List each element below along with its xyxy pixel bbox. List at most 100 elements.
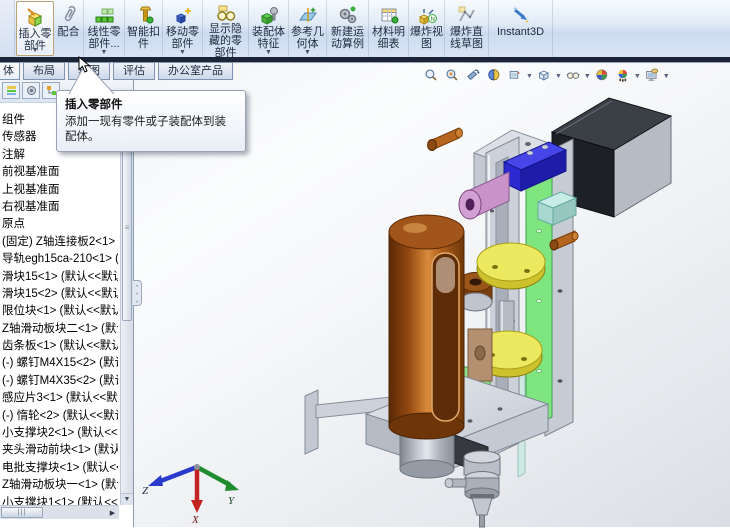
tree-item[interactable]: Z轴滑动板块二<1> (默认 [2, 321, 118, 338]
reference-geometry-icon [298, 3, 318, 26]
previous-view-icon [466, 68, 483, 85]
tree-vscroll-down-arrow[interactable]: ▼ [121, 493, 133, 505]
ribbon-button-label: 爆炸直线草图 [450, 26, 483, 50]
hud-button-edit-appearance[interactable] [595, 68, 612, 85]
tree-item[interactable]: (-) 惰轮<2> (默认<<默认 [2, 408, 118, 425]
dropdown-arrow-icon[interactable]: ▼ [555, 73, 562, 80]
dropdown-arrow-icon[interactable]: ▼ [101, 49, 108, 57]
triad-z-label: Z [142, 485, 149, 497]
dropdown-arrow-icon[interactable]: ▼ [663, 73, 670, 80]
tree-item[interactable]: 小支撑块2<1> (默认<<默 [2, 425, 118, 442]
tab-assembly-partial[interactable]: 体 [0, 62, 20, 80]
exploded-view-icon: N [417, 3, 437, 26]
hide-show-items-icon [566, 68, 583, 85]
dropdown-arrow-icon[interactable]: ▼ [265, 49, 272, 57]
tree-horizontal-scrollbar[interactable]: ||| ▶ [0, 505, 119, 519]
panel-splitter-handle[interactable]: • • • [133, 280, 142, 306]
tab-2[interactable]: 评估 [113, 62, 155, 80]
tree-item[interactable]: 滑块15<1> (默认<<默认 [2, 269, 118, 286]
tree-vertical-scrollbar[interactable]: ≡ ▼ [120, 112, 133, 505]
ribbon-button-label: 新建运动算例 [331, 26, 364, 50]
command-manager-tabs: 体布局草图评估办公室产品 [0, 62, 236, 80]
tan-block [467, 328, 493, 382]
ribbon-button-label: Instant3D [496, 26, 545, 38]
insert-component-tooltip: 插入零部件 添加一现有零件或子装配体到装配体。 [56, 90, 246, 152]
mouse-cursor [78, 56, 91, 73]
ribbon-button-explode-line-sketch[interactable]: 爆炸直线草图 [445, 0, 489, 57]
hud-button-hide-show-items[interactable]: ▼ [566, 68, 591, 85]
hud-button-zoom-to-area[interactable] [445, 68, 462, 85]
dropdown-arrow-icon[interactable]: ▼ [304, 49, 311, 57]
electric-driver-cylinder [388, 214, 465, 479]
ribbon-button-reference-geometry[interactable]: 参考几何体 ▼ [289, 0, 327, 57]
ribbon-button-move-component[interactable]: 移动零部件 ▼ [163, 0, 203, 57]
dropdown-arrow-icon[interactable]: ▼ [584, 73, 591, 80]
tree-hscroll-thumb[interactable]: ||| [1, 507, 43, 518]
hud-button-previous-view[interactable] [466, 68, 483, 85]
section-view-icon [487, 68, 504, 85]
command-manager: 插入零部件 ▼ 配合 线性零部件... ▼ 智能扣件 移动零部件 ▼ 显示隐藏的零部件 装配体特征… [0, 0, 730, 59]
hud-button-apply-scene[interactable]: ▼ [616, 68, 641, 85]
dropdown-arrow-icon[interactable]: ▼ [179, 49, 186, 57]
property-manager-tab-icon[interactable] [22, 82, 40, 99]
tree-item[interactable]: 齿条板<1> (默认<<默认 [2, 338, 118, 355]
ribbon-button-mate[interactable]: 配合 [54, 0, 84, 57]
hud-button-section-view[interactable] [487, 68, 504, 85]
tree-item[interactable]: 前视基准面 [2, 164, 118, 181]
tab-0[interactable]: 布局 [23, 62, 65, 80]
dropdown-arrow-icon[interactable]: ▼ [32, 47, 39, 55]
reference-triad: Z Y X [142, 464, 239, 525]
tooltip-body: 添加一现有零件或子装配体到装配体。 [65, 116, 226, 143]
ribbon-button-label: 配合 [57, 26, 80, 38]
ribbon-button-bom[interactable]: 材料明细表 [369, 0, 409, 57]
tree-item[interactable]: Z轴滑动板块一<1> (默认 [2, 477, 118, 494]
ribbon-button-insert-component[interactable]: 插入零部件 ▼ [16, 1, 54, 56]
ribbon-button-smart-fasteners[interactable]: 智能扣件 [125, 0, 163, 57]
tree-item[interactable]: 限位块<1> (默认<<默认 [2, 303, 118, 320]
bom-icon [379, 3, 399, 26]
ribbon-button-label: 材料明细表 [372, 26, 405, 50]
move-component-icon [173, 3, 193, 26]
hud-button-view-settings[interactable]: ▼ [645, 68, 670, 85]
tree-item[interactable]: 右视基准面 [2, 199, 118, 216]
mate-icon [59, 3, 79, 26]
dropdown-arrow-icon[interactable]: ▼ [526, 73, 533, 80]
ribbon-button-linear-pattern[interactable]: 线性零部件... ▼ [84, 0, 125, 57]
hud-button-view-orientation[interactable]: ▼ [508, 68, 533, 85]
tab-3[interactable]: 办公室产品 [158, 62, 233, 80]
hud-button-zoom-to-fit[interactable] [424, 68, 441, 85]
hud-button-display-style[interactable]: ▼ [537, 68, 562, 85]
ribbon-button-label: 显示隐藏的零部件 [209, 23, 242, 59]
feature-tree-tab-icon[interactable] [2, 82, 20, 99]
ribbon-button-assembly-features[interactable]: 装配体特征 ▼ [249, 0, 289, 57]
solidworks-window: { "ribbon": { "buttons": [ {"id":"insert… [0, 0, 730, 528]
zoom-to-area-icon [445, 68, 462, 85]
tree-vscroll-thumb[interactable]: ≡ [122, 134, 132, 321]
tree-item[interactable]: (-) 螺钉M4X35<2> (默认 [2, 373, 118, 390]
tree-item[interactable]: 电批支撑块<1> (默认<< [2, 460, 118, 477]
ribbon-button-show-hidden[interactable]: 显示隐藏的零部件 [203, 0, 249, 59]
ribbon-button-label: 移动零部件 [166, 26, 199, 50]
partial-ribbon-button[interactable] [0, 0, 15, 57]
feature-tree-list: 组件传感器注解前视基准面上视基准面右视基准面原点(固定) Z轴连接板2<1> (… [2, 112, 118, 505]
tree-item[interactable]: 夹头滑动前块<1> (默认< [2, 442, 118, 459]
tree-item[interactable]: 上视基准面 [2, 182, 118, 199]
show-hidden-icon [216, 3, 236, 23]
view-settings-icon [645, 68, 662, 85]
tree-item[interactable]: (固定) Z轴连接板2<1> (默 [2, 234, 118, 251]
tree-item[interactable]: 滑块15<2> (默认<<默认 [2, 286, 118, 303]
ribbon-button-instant3d[interactable]: Instant3D [489, 0, 553, 57]
tree-item[interactable]: (-) 螺钉M4X15<2> (默认 [2, 355, 118, 372]
tree-item[interactable]: 原点 [2, 216, 118, 233]
yellow-clamp-ring-1 [476, 242, 546, 290]
triad-y-label: Y [228, 495, 236, 507]
tree-item[interactable]: 感应片3<1> (默认<<默认 [2, 390, 118, 407]
tree-item[interactable]: 导轨egh15ca-210<1> (默 [2, 251, 118, 268]
tree-hscroll-right-arrow[interactable]: ▶ [106, 507, 119, 518]
tree-item[interactable]: 小支撑块1<1> (默认<<默 [2, 495, 118, 505]
ribbon-button-exploded-view[interactable]: N 爆炸视图 [409, 0, 445, 57]
ribbon-button-motion-study[interactable]: 新建运动算例 [327, 0, 369, 57]
assembly-features-icon [259, 3, 279, 26]
dropdown-arrow-icon[interactable]: ▼ [634, 73, 641, 80]
explode-line-sketch-icon [457, 3, 477, 26]
